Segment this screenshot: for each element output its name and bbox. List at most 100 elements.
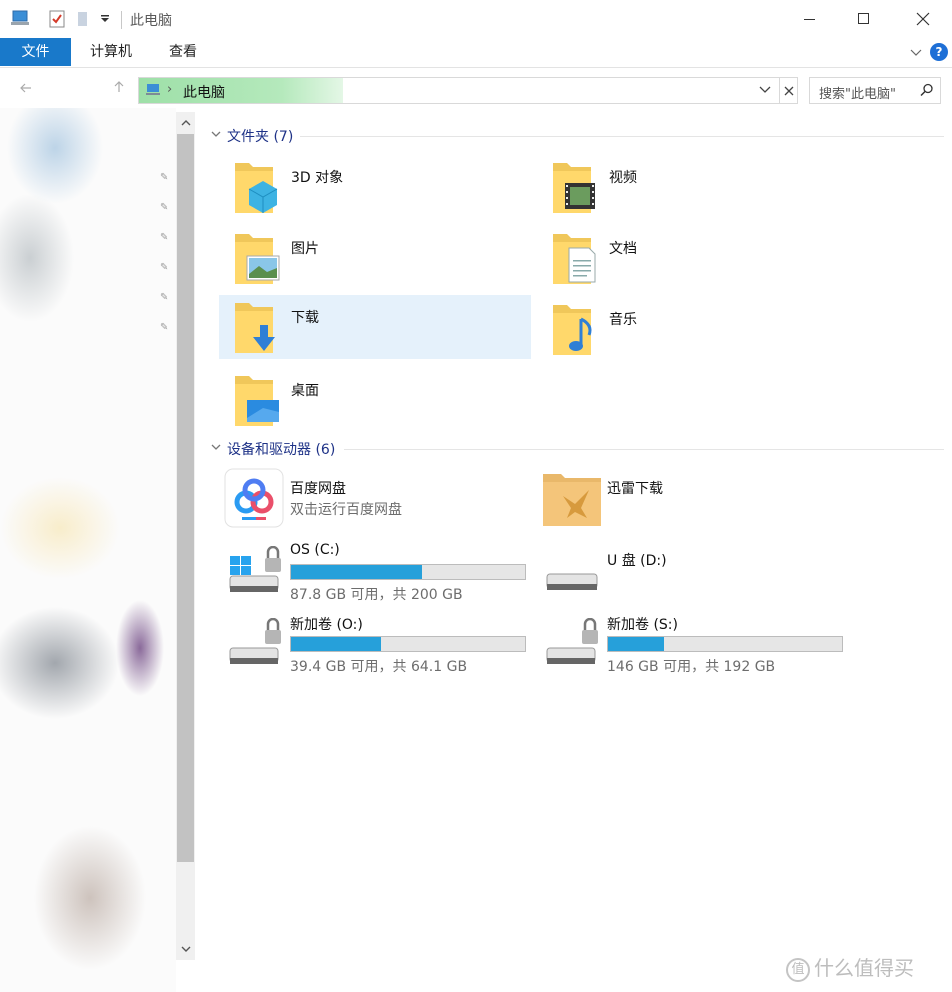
close-button[interactable]	[893, 0, 952, 38]
chevron-down-icon	[181, 946, 190, 952]
drive-free-space: 39.4 GB 可用，共 64.1 GB	[290, 659, 468, 675]
folder-tile[interactable]: 图片	[219, 228, 531, 292]
drive-tile[interactable]: 新加卷 (O:) 39.4 GB 可用，共 64.1 GB	[220, 614, 532, 680]
address-bar[interactable]: › 此电脑	[138, 77, 798, 104]
3d-objects-folder-icon	[233, 159, 283, 221]
up-arrow-icon	[114, 81, 124, 92]
maximize-icon	[858, 13, 869, 24]
folder-label: 桌面	[291, 383, 319, 399]
maximize-button[interactable]	[834, 0, 894, 38]
drive-free-space: 146 GB 可用，共 192 GB	[607, 659, 776, 675]
folder-label: 视频	[609, 170, 637, 186]
navigation-pane[interactable]: ✎ ✎ ✎ ✎ ✎ ✎	[0, 108, 176, 992]
collapse-chevron-icon[interactable]	[210, 128, 222, 144]
music-folder-icon	[551, 301, 601, 363]
clear-address-button[interactable]	[779, 78, 798, 103]
device-name: 百度网盘	[290, 481, 346, 497]
this-pc-icon	[145, 83, 161, 101]
group-divider	[300, 136, 944, 137]
pin-icon: ✎	[160, 322, 169, 333]
drive-name: 新加卷 (S:)	[607, 617, 678, 633]
scrollbar-thumb[interactable]	[177, 134, 194, 862]
downloads-folder-icon	[233, 299, 283, 361]
drive-tile[interactable]: 新加卷 (S:) 146 GB 可用，共 192 GB	[537, 614, 849, 680]
folder-tile[interactable]: 3D 对象	[219, 157, 531, 221]
properties-icon[interactable]	[48, 9, 66, 33]
group-divider	[344, 449, 944, 450]
search-icon[interactable]	[920, 83, 934, 101]
pin-icon: ✎	[160, 292, 169, 303]
folder-tile[interactable]: 桌面	[219, 370, 531, 434]
pin-icon: ✎	[160, 232, 169, 243]
title-divider	[121, 11, 122, 29]
tab-file[interactable]: 文件	[0, 38, 71, 66]
device-description: 双击运行百度网盘	[290, 502, 402, 518]
windows-drive-icon	[226, 545, 286, 604]
computer-icon	[10, 9, 30, 31]
ribbon: 文件 计算机 查看 ?	[0, 38, 952, 68]
folder-label: 下载	[291, 310, 319, 326]
address-dropdown-icon[interactable]	[759, 82, 771, 100]
group-title-folders: 文件夹 (7)	[227, 129, 294, 145]
customize-toolbar-icon[interactable]	[100, 12, 110, 28]
search-box[interactable]: 搜索"此电脑"	[809, 77, 941, 104]
device-tile[interactable]: 百度网盘 双击运行百度网盘	[220, 468, 532, 544]
documents-folder-icon	[551, 230, 601, 292]
pin-icon: ✎	[160, 202, 169, 213]
locked-drive-icon	[226, 617, 286, 676]
nav-scrollbar[interactable]	[176, 112, 195, 960]
folder-label: 文档	[609, 241, 637, 257]
pin-icon: ✎	[160, 262, 169, 273]
title-bar: 此电脑	[0, 0, 952, 38]
usb-drive-icon	[543, 560, 603, 600]
window-title: 此电脑	[130, 13, 172, 29]
drive-name: U 盘 (D:)	[607, 553, 667, 569]
folder-tile[interactable]: 下载	[219, 295, 531, 359]
folder-label: 图片	[291, 241, 319, 257]
group-header-folders[interactable]: 文件夹 (7)	[208, 126, 944, 146]
help-button[interactable]: ?	[930, 43, 948, 61]
tab-view[interactable]: 查看	[158, 38, 208, 66]
folder-label: 音乐	[609, 312, 637, 328]
back-arrow-icon	[20, 83, 31, 93]
drive-name: 新加卷 (O:)	[290, 617, 363, 633]
minimize-button[interactable]	[780, 0, 840, 38]
scroll-down-button[interactable]	[176, 940, 195, 958]
back-button[interactable]	[20, 82, 32, 96]
group-title-devices: 设备和驱动器 (6)	[227, 442, 336, 458]
drive-usage-bar	[290, 636, 526, 652]
chevron-up-icon	[181, 120, 190, 126]
drive-tile[interactable]: OS (C:) 87.8 GB 可用，共 200 GB	[220, 542, 532, 608]
site-watermark: 值什么值得买	[786, 952, 914, 982]
watermark-logo: 值	[786, 957, 810, 982]
new-folder-icon[interactable]	[75, 9, 89, 33]
scroll-up-button[interactable]	[176, 114, 195, 132]
folder-label: 3D 对象	[291, 170, 344, 186]
folder-tile[interactable]: 音乐	[537, 299, 849, 363]
drive-name: OS (C:)	[290, 542, 340, 558]
drive-tile[interactable]: U 盘 (D:)	[537, 550, 849, 616]
folder-tile[interactable]: 视频	[537, 157, 849, 221]
drive-usage-bar	[290, 564, 526, 580]
close-icon	[784, 86, 794, 95]
baidu-netdisk-icon	[224, 468, 284, 532]
videos-folder-icon	[551, 159, 601, 221]
drive-usage-fill	[608, 637, 665, 651]
device-tile[interactable]: 迅雷下载	[537, 474, 849, 544]
collapse-chevron-icon[interactable]	[210, 441, 222, 457]
up-button[interactable]	[114, 81, 124, 96]
device-name: 迅雷下载	[607, 481, 663, 497]
minimize-icon	[804, 19, 815, 20]
expand-ribbon-icon[interactable]	[910, 45, 922, 61]
search-placeholder: 搜索"此电脑"	[819, 87, 896, 102]
breadcrumb-this-pc[interactable]: 此电脑	[183, 82, 225, 102]
desktop-folder-icon	[233, 372, 283, 434]
drive-usage-fill	[291, 565, 423, 579]
close-icon	[916, 12, 930, 26]
drive-free-space: 87.8 GB 可用，共 200 GB	[290, 587, 463, 603]
breadcrumb-separator[interactable]: ›	[167, 82, 172, 97]
folder-tile[interactable]: 文档	[537, 228, 849, 292]
tab-computer[interactable]: 计算机	[80, 38, 142, 66]
group-header-devices[interactable]: 设备和驱动器 (6)	[208, 439, 944, 459]
drive-usage-bar	[607, 636, 843, 652]
